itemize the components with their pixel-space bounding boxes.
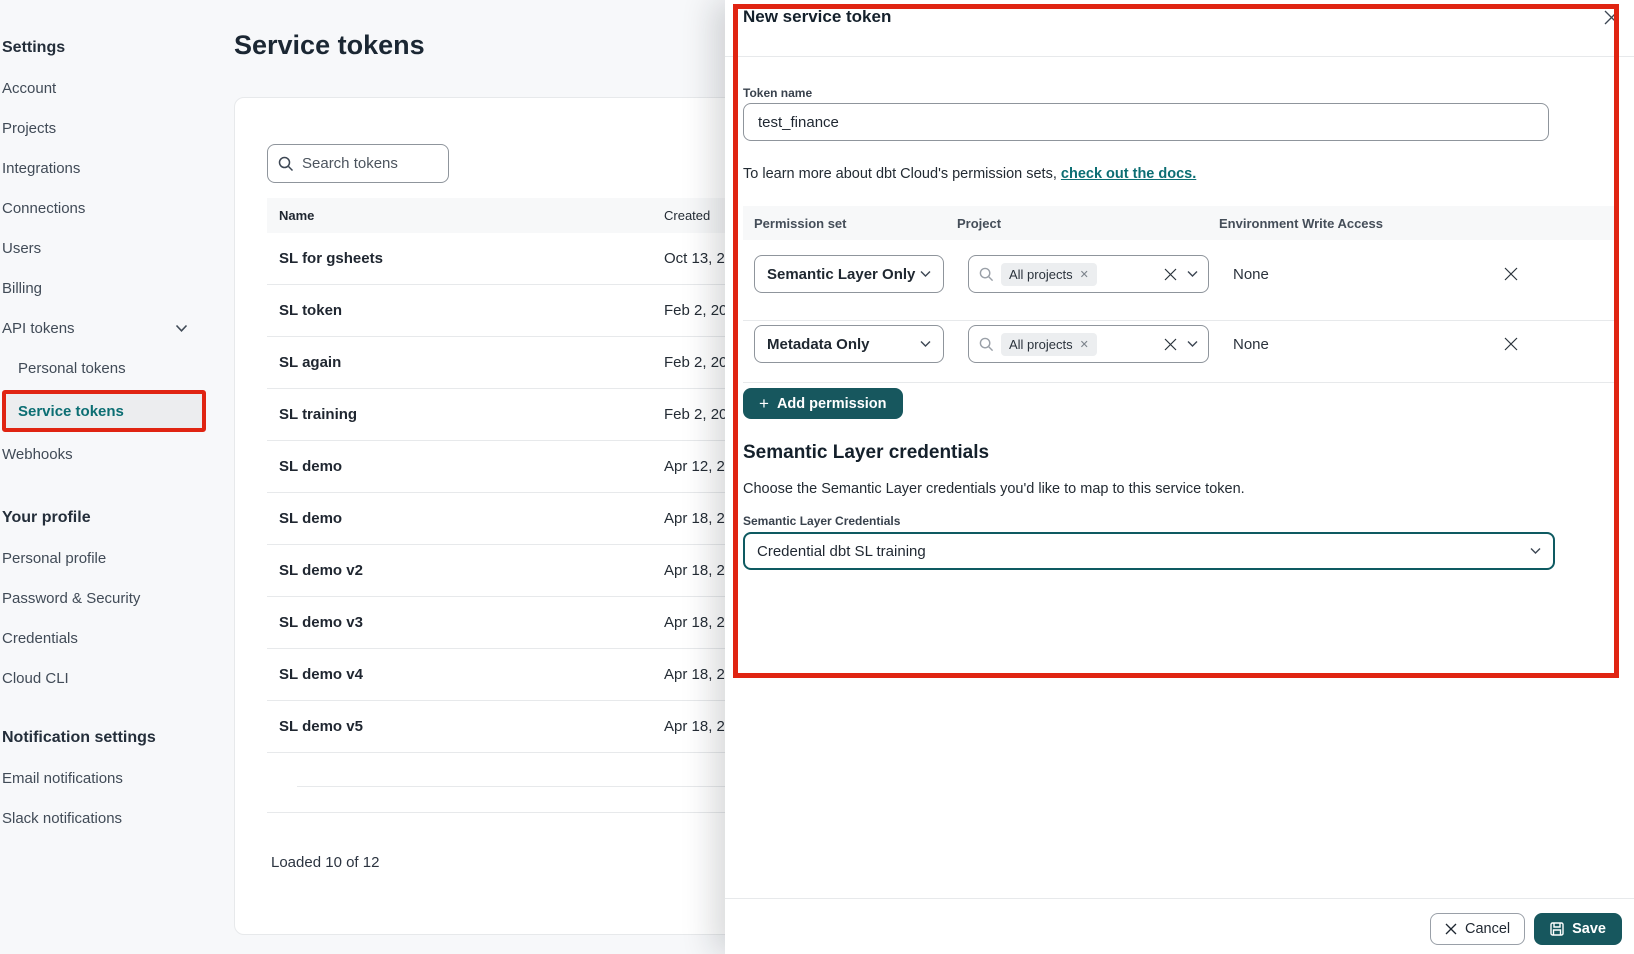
plus-icon: + [759,395,769,412]
token-name-label: Token name [743,86,812,100]
permission-set-select[interactable]: Semantic Layer Only [754,255,944,293]
docs-text: To learn more about dbt Cloud's permissi… [743,166,1061,182]
token-name: SL demo v3 [267,614,664,631]
drawer-title: New service token [743,7,891,27]
search-tokens-input[interactable] [302,155,432,172]
token-name: SL demo v5 [267,718,664,735]
close-icon [1445,923,1457,935]
project-multiselect[interactable]: All projects ✕ [968,325,1209,363]
token-name: SL demo [267,458,664,475]
permission-set-value: Metadata Only [767,336,870,353]
divider [725,898,1634,899]
sidebar-heading-notification-settings: Notification settings [2,718,212,758]
semantic-layer-credentials-label: Semantic Layer Credentials [743,514,900,528]
project-chip-label: All projects [1009,267,1073,282]
project-chip-label: All projects [1009,337,1073,352]
sidebar-item-integrations[interactable]: Integrations [2,148,212,188]
chevron-down-icon [920,340,931,348]
sidebar-item-personal-tokens[interactable]: Personal tokens [2,348,212,388]
environment-write-access-value: None [1233,336,1269,353]
semantic-layer-credentials-heading: Semantic Layer credentials [743,442,989,464]
token-name: SL demo [267,510,664,527]
page-title: Service tokens [234,30,425,61]
search-tokens-box [267,144,449,183]
annotation-box-service-tokens: Service tokens [2,390,206,432]
chevron-down-icon [920,270,931,278]
column-header-permission-set: Permission set [743,216,957,231]
column-header-environment-write-access: Environment Write Access [1219,216,1618,231]
cancel-button[interactable]: Cancel [1430,913,1525,945]
project-chip: All projects ✕ [1001,333,1097,356]
credential-value: Credential dbt SL training [757,543,926,560]
search-icon [979,267,994,282]
token-name: SL demo v4 [267,666,664,683]
clear-icon[interactable] [1164,268,1177,281]
permission-set-select[interactable]: Metadata Only [754,325,944,363]
token-name-input[interactable] [743,103,1549,141]
chevron-down-icon[interactable] [1187,340,1198,348]
search-icon [979,337,994,352]
sidebar-item-projects[interactable]: Projects [2,108,212,148]
chevron-down-icon [175,324,188,333]
sidebar-item-password-security[interactable]: Password & Security [2,578,212,618]
save-label: Save [1572,921,1606,937]
sidebar-item-label: API tokens [2,320,75,337]
token-name: SL training [267,406,664,423]
token-name: SL for gsheets [267,250,664,267]
search-icon [278,156,294,172]
sidebar-item-slack-notifications[interactable]: Slack notifications [2,798,212,838]
settings-sidebar: Settings Account Projects Integrations C… [0,0,212,838]
load-status: Loaded 10 of 12 [271,854,379,871]
add-permission-button[interactable]: + Add permission [743,388,903,419]
sidebar-item-api-tokens[interactable]: API tokens [2,308,212,348]
sidebar-heading-settings: Settings [2,28,212,68]
sidebar-item-email-notifications[interactable]: Email notifications [2,758,212,798]
chip-remove-icon[interactable]: ✕ [1080,338,1089,351]
clear-icon[interactable] [1164,338,1177,351]
token-name: SL token [267,302,664,319]
semantic-layer-credentials-description: Choose the Semantic Layer credentials yo… [743,481,1245,497]
sidebar-item-billing[interactable]: Billing [2,268,212,308]
sidebar-item-service-tokens[interactable]: Service tokens [6,394,202,428]
project-multiselect[interactable]: All projects ✕ [968,255,1209,293]
column-header-name: Name [267,208,664,223]
save-button[interactable]: Save [1534,913,1622,945]
remove-permission-icon[interactable] [1500,263,1522,285]
project-chip: All projects ✕ [1001,263,1097,286]
permissions-header-row: Permission set Project Environment Write… [743,206,1618,240]
chevron-down-icon [1530,547,1541,555]
sidebar-item-users[interactable]: Users [2,228,212,268]
new-service-token-drawer: New service token Token name To learn mo… [725,0,1634,954]
environment-write-access-value: None [1233,266,1269,283]
divider [743,320,1618,321]
docs-link[interactable]: check out the docs. [1061,166,1196,182]
sidebar-item-connections[interactable]: Connections [2,188,212,228]
token-name: SL demo v2 [267,562,664,579]
column-header-project: Project [957,216,1219,231]
chip-remove-icon[interactable]: ✕ [1080,268,1089,281]
divider [725,56,1634,57]
divider [743,382,1618,383]
sidebar-heading-your-profile: Your profile [2,498,212,538]
semantic-layer-credentials-select[interactable]: Credential dbt SL training [743,532,1555,570]
sidebar-item-credentials[interactable]: Credentials [2,618,212,658]
sidebar-item-personal-profile[interactable]: Personal profile [2,538,212,578]
sidebar-item-webhooks[interactable]: Webhooks [2,434,212,474]
docs-sentence: To learn more about dbt Cloud's permissi… [743,166,1196,182]
cancel-label: Cancel [1465,921,1510,937]
close-icon[interactable] [1600,6,1622,28]
token-name: SL again [267,354,664,371]
sidebar-item-cloud-cli[interactable]: Cloud CLI [2,658,212,698]
remove-permission-icon[interactable] [1500,333,1522,355]
chevron-down-icon[interactable] [1187,270,1198,278]
permission-set-value: Semantic Layer Only [767,266,915,283]
save-icon [1550,922,1564,936]
sidebar-item-account[interactable]: Account [2,68,212,108]
add-permission-label: Add permission [777,396,887,412]
